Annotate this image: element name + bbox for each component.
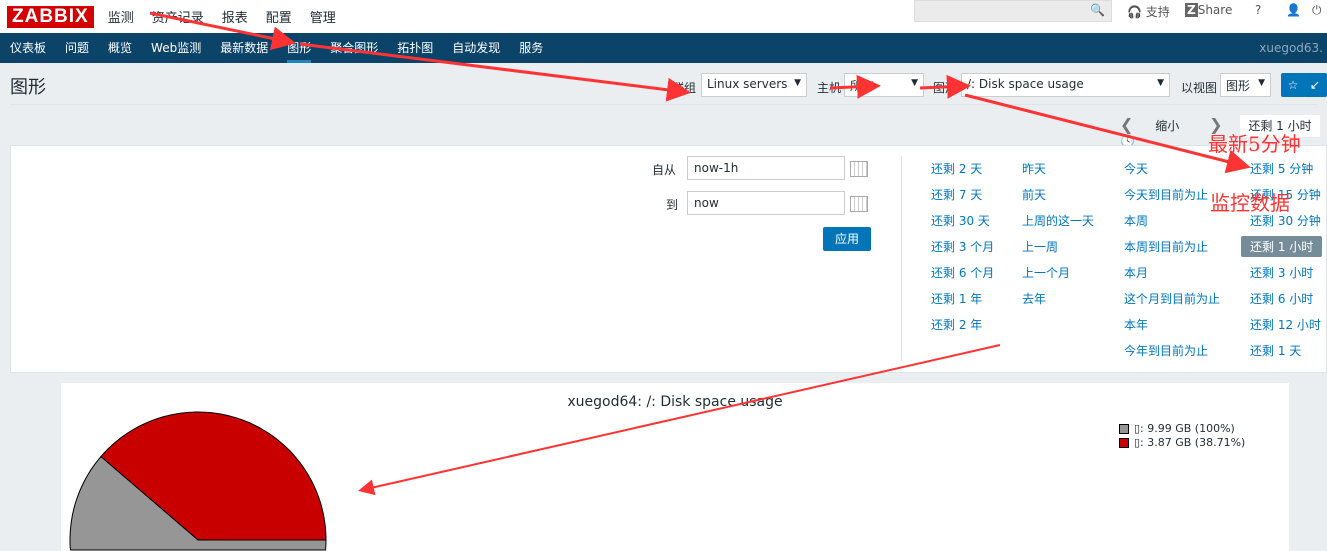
search-input[interactable]: 🔍 — [914, 0, 1112, 22]
support-link[interactable]: 🎧 支持 — [1127, 3, 1170, 20]
annotation-monitor-data: 监控数据 — [1210, 191, 1290, 215]
apply-button[interactable]: 应用 — [823, 227, 871, 251]
legend-item: ▯: 3.87 GB (38.71%) — [1119, 436, 1245, 449]
quick-range-link[interactable]: 本月 — [1124, 264, 1148, 281]
quick-range-link[interactable]: 还剩 1 小时 — [1241, 236, 1323, 257]
from-input[interactable]: now-1h — [687, 156, 845, 180]
host-label: 主机 — [817, 81, 842, 95]
share-label: Share — [1197, 3, 1233, 17]
quick-range-link[interactable]: 这个月到目前为止 — [1124, 290, 1220, 307]
prev-chevron-icon[interactable]: ❮ — [1120, 115, 1133, 134]
time-filter-panel: 自从 now-1h 到 now 应用 还剩 2 天还剩 7 天还剩 30 天还剩… — [10, 145, 1327, 373]
host-select[interactable]: 所有 — [844, 73, 924, 97]
quick-range-link[interactable]: 上一个月 — [1022, 264, 1070, 281]
pie-chart — [69, 411, 327, 551]
support-label: 支持 — [1145, 5, 1170, 19]
zabbix-logo[interactable]: ZABBIX — [7, 5, 94, 28]
quick-range-link[interactable]: 昨天 — [1022, 160, 1046, 177]
quick-range-link[interactable]: 上一周 — [1022, 238, 1058, 255]
quick-range-link[interactable]: 还剩 6 小时 — [1250, 290, 1313, 307]
share-icon: Z — [1185, 3, 1198, 17]
divider — [901, 156, 902, 361]
quick-range-link[interactable]: 还剩 6 个月 — [931, 264, 994, 281]
top-menu: 监测 资产记录 报表 配置 管理 — [108, 7, 354, 26]
fullscreen-button[interactable]: ↙ — [1303, 73, 1327, 97]
quick-range-link[interactable]: 本周 — [1124, 212, 1148, 229]
top-bar: ZABBIX 监测 资产记录 报表 配置 管理 🔍 🎧 支持 Z Share ? 👤 ⏻ — [0, 0, 1327, 33]
graph-panel: xuegod64: /: Disk space usage ▯: 9.99 GB… — [61, 383, 1289, 551]
group-select[interactable]: Linux servers — [701, 73, 807, 97]
quick-range-link[interactable]: 还剩 30 天 — [931, 212, 990, 229]
quick-range-link[interactable]: 今年到目前为止 — [1124, 342, 1208, 359]
legend-label: ▯: 3.87 GB (38.71%) — [1134, 436, 1246, 449]
help-button[interactable]: ? — [1255, 3, 1261, 17]
to-label: 到 — [666, 198, 679, 212]
nav-item[interactable]: 服务 — [519, 33, 543, 63]
quick-range-link[interactable]: 今天到目前为止 — [1124, 186, 1208, 203]
quick-range-link[interactable]: 上周的这一天 — [1022, 212, 1094, 229]
quick-range-link[interactable]: 还剩 3 小时 — [1250, 264, 1313, 281]
quick-range-link[interactable]: 前天 — [1022, 186, 1046, 203]
quick-range-link[interactable]: 今天 — [1124, 160, 1148, 177]
search-icon[interactable]: 🔍 — [1090, 3, 1105, 17]
nav-item[interactable]: 拓扑图 — [397, 33, 433, 63]
legend-swatch — [1119, 423, 1129, 434]
view-label: 以视图 — [1181, 81, 1218, 95]
favorite-star-button[interactable]: ☆ — [1281, 73, 1305, 97]
to-input[interactable]: now — [687, 191, 845, 215]
quick-range-link[interactable]: 还剩 3 个月 — [931, 238, 994, 255]
legend-item: ▯: 9.99 GB (100%) — [1119, 422, 1235, 435]
quick-range-link[interactable]: 还剩 7 天 — [931, 186, 982, 203]
quick-range-link[interactable]: 还剩 1 天 — [1250, 342, 1301, 359]
nav-item[interactable]: Web监测 — [151, 33, 201, 63]
nav-item[interactable]: 聚合图形 — [330, 33, 378, 63]
share-link[interactable]: Z Share — [1185, 3, 1232, 17]
quick-range-link[interactable]: 本年 — [1124, 316, 1148, 333]
legend-label: ▯: 9.99 GB (100%) — [1134, 422, 1235, 435]
page-title: 图形 — [10, 77, 46, 98]
quick-range-link[interactable]: 还剩 5 分钟 — [1250, 160, 1313, 177]
page-header: 图形 群组 Linux servers 主机 所有 图形 /: Disk spa… — [10, 63, 1327, 105]
quick-range-link[interactable]: 还剩 2 年 — [931, 316, 982, 333]
sub-nav: 仪表板 问题 概览 Web监测 最新数据 图形 聚合图形 拓扑图 自动发现 服务 xuegod63. — [0, 33, 1327, 63]
from-label: 自从 — [652, 163, 677, 177]
top-menu-item[interactable]: 报表 — [222, 7, 248, 26]
quick-range-link[interactable]: 还剩 12 小时 — [1250, 316, 1321, 333]
hostname-label: xuegod63. — [1259, 41, 1323, 55]
nav-item[interactable]: 图形 — [287, 33, 312, 63]
top-menu-item[interactable]: 配置 — [266, 7, 292, 26]
user-profile-icon[interactable]: 👤 — [1286, 3, 1301, 17]
zoom-out-button[interactable]: 缩小 — [1155, 119, 1179, 133]
nav-item[interactable]: 概览 — [108, 33, 132, 63]
nav-item[interactable]: 自动发现 — [452, 33, 500, 63]
group-label: 群组 — [672, 81, 697, 95]
calendar-icon[interactable] — [850, 196, 868, 212]
nav-item[interactable]: 最新数据 — [220, 33, 268, 63]
quick-range-link[interactable]: 还剩 1 年 — [931, 290, 982, 307]
quick-range-link[interactable]: 本周到目前为止 — [1124, 238, 1208, 255]
quick-range-link[interactable]: 去年 — [1022, 290, 1046, 307]
legend-swatch — [1119, 437, 1129, 448]
top-menu-item[interactable]: 管理 — [310, 7, 336, 26]
logout-icon[interactable]: ⏻ — [1312, 3, 1322, 18]
graph-label: 图形 — [933, 81, 958, 95]
quick-range-link[interactable]: 还剩 2 天 — [931, 160, 982, 177]
view-select[interactable]: 图形 — [1220, 73, 1271, 97]
annotation-latest-5min: 最新5分钟 — [1208, 132, 1301, 156]
nav-item[interactable]: 仪表板 — [10, 33, 46, 63]
top-menu-item[interactable]: 资产记录 — [152, 7, 204, 26]
calendar-icon[interactable] — [850, 161, 868, 177]
nav-item[interactable]: 问题 — [65, 33, 89, 63]
top-menu-item[interactable]: 监测 — [108, 7, 134, 26]
graph-select[interactable]: /: Disk space usage — [961, 73, 1170, 97]
